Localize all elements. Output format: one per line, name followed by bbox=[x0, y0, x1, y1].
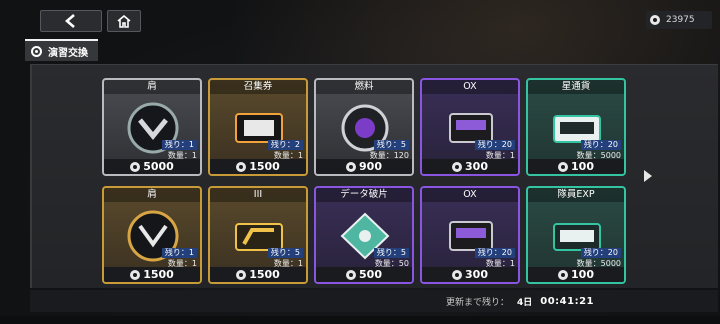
refresh-days: 4日 bbox=[516, 297, 533, 308]
coin-icon bbox=[558, 161, 569, 172]
item-grid: 肩 残り：1 数量：1 5000 召集券 残り：2 数量：1 1500 燃料 残… bbox=[102, 78, 628, 286]
coin-icon bbox=[130, 161, 141, 172]
refresh-time: 00:41:21 bbox=[540, 295, 594, 307]
top-bar: 23975 bbox=[0, 0, 720, 40]
shop-item-card[interactable]: 肩 残り：1 数量：1 5000 bbox=[102, 78, 202, 176]
coin-icon bbox=[130, 269, 141, 280]
item-name: 肩 bbox=[104, 188, 200, 202]
remaining-badge: 残り：20 bbox=[580, 140, 621, 150]
item-name: OX bbox=[422, 188, 518, 202]
price-value: 900 bbox=[359, 160, 382, 173]
bottom-border bbox=[0, 316, 720, 324]
item-name: 燃料 bbox=[316, 80, 412, 94]
back-button[interactable] bbox=[40, 10, 102, 32]
item-name: 隊員EXP bbox=[528, 188, 624, 202]
price-value: 1500 bbox=[143, 268, 174, 281]
shop-item-card[interactable]: 燃料 残り：5 数量：120 900 bbox=[314, 78, 414, 176]
shop-item-card[interactable]: OX 残り：20 数量：1 300 bbox=[420, 78, 520, 176]
remaining-badge: 残り：20 bbox=[580, 248, 621, 258]
item-name: 召集券 bbox=[210, 80, 306, 94]
price-tag: 500 bbox=[316, 267, 412, 282]
remaining-badge: 残り：5 bbox=[373, 248, 409, 258]
price-value: 100 bbox=[571, 160, 594, 173]
panel-edge bbox=[30, 64, 32, 288]
shop-item-card[interactable]: データ破片 残り：5 数量：50 500 bbox=[314, 186, 414, 284]
price-value: 1500 bbox=[249, 268, 280, 281]
price-value: 100 bbox=[571, 268, 594, 281]
tab-label: 演習交換 bbox=[48, 47, 88, 59]
coin-icon bbox=[452, 269, 463, 280]
price-tag: 1500 bbox=[210, 267, 306, 282]
coin-icon bbox=[236, 161, 247, 172]
shop-item-card[interactable]: 星通貨 残り：20 数量：5000 100 bbox=[526, 78, 626, 176]
coin-icon bbox=[558, 269, 569, 280]
price-tag: 900 bbox=[316, 159, 412, 174]
price-tag: 1500 bbox=[104, 267, 200, 282]
price-value: 300 bbox=[465, 268, 488, 281]
refresh-label: 更新まで残り： bbox=[445, 297, 509, 308]
shop-item-card[interactable]: 肩 残り：1 数量：1 1500 bbox=[102, 186, 202, 284]
shop-item-card[interactable]: III 残り：5 数量：1 1500 bbox=[208, 186, 308, 284]
item-name: III bbox=[210, 188, 306, 202]
coin-icon bbox=[346, 161, 357, 172]
price-value: 300 bbox=[465, 160, 488, 173]
tab-exercise-exchange[interactable]: 演習交換 bbox=[25, 39, 98, 61]
shop-item-card[interactable]: 隊員EXP 残り：20 数量：5000 100 bbox=[526, 186, 626, 284]
item-name: 星通貨 bbox=[528, 80, 624, 94]
price-value: 500 bbox=[359, 268, 382, 281]
item-name: データ破片 bbox=[316, 188, 412, 202]
coin-icon bbox=[452, 161, 463, 172]
price-tag: 1500 bbox=[210, 159, 306, 174]
remaining-badge: 残り：20 bbox=[474, 140, 515, 150]
remaining-badge: 残り：5 bbox=[373, 140, 409, 150]
shop-item-card[interactable]: 召集券 残り：2 数量：1 1500 bbox=[208, 78, 308, 176]
remaining-badge: 残り：20 bbox=[474, 248, 515, 258]
target-icon bbox=[31, 45, 42, 57]
remaining-badge: 残り：1 bbox=[161, 140, 197, 150]
coin-icon bbox=[236, 269, 247, 280]
coin-icon bbox=[650, 15, 660, 25]
remaining-badge: 残り：2 bbox=[267, 140, 303, 150]
shop-item-card[interactable]: OX 残り：20 数量：1 300 bbox=[420, 186, 520, 284]
remaining-badge: 残り：5 bbox=[267, 248, 303, 258]
item-name: OX bbox=[422, 80, 518, 94]
price-tag: 5000 bbox=[104, 159, 200, 174]
price-tag: 100 bbox=[528, 267, 624, 282]
price-tag: 300 bbox=[422, 267, 518, 282]
price-tag: 100 bbox=[528, 159, 624, 174]
price-value: 5000 bbox=[143, 160, 174, 173]
currency-value: 23975 bbox=[666, 15, 695, 25]
home-icon bbox=[117, 14, 131, 28]
item-name: 肩 bbox=[104, 80, 200, 94]
coin-icon bbox=[346, 269, 357, 280]
currency-display: 23975 bbox=[646, 11, 712, 29]
home-button[interactable] bbox=[107, 10, 141, 32]
next-page-arrow-icon[interactable] bbox=[644, 170, 652, 182]
price-value: 1500 bbox=[249, 160, 280, 173]
price-tag: 300 bbox=[422, 159, 518, 174]
chevron-left-icon bbox=[65, 14, 75, 28]
remaining-badge: 残り：1 bbox=[161, 248, 197, 258]
refresh-timer-bar: 更新まで残り： 4日 00:41:21 bbox=[30, 290, 718, 312]
